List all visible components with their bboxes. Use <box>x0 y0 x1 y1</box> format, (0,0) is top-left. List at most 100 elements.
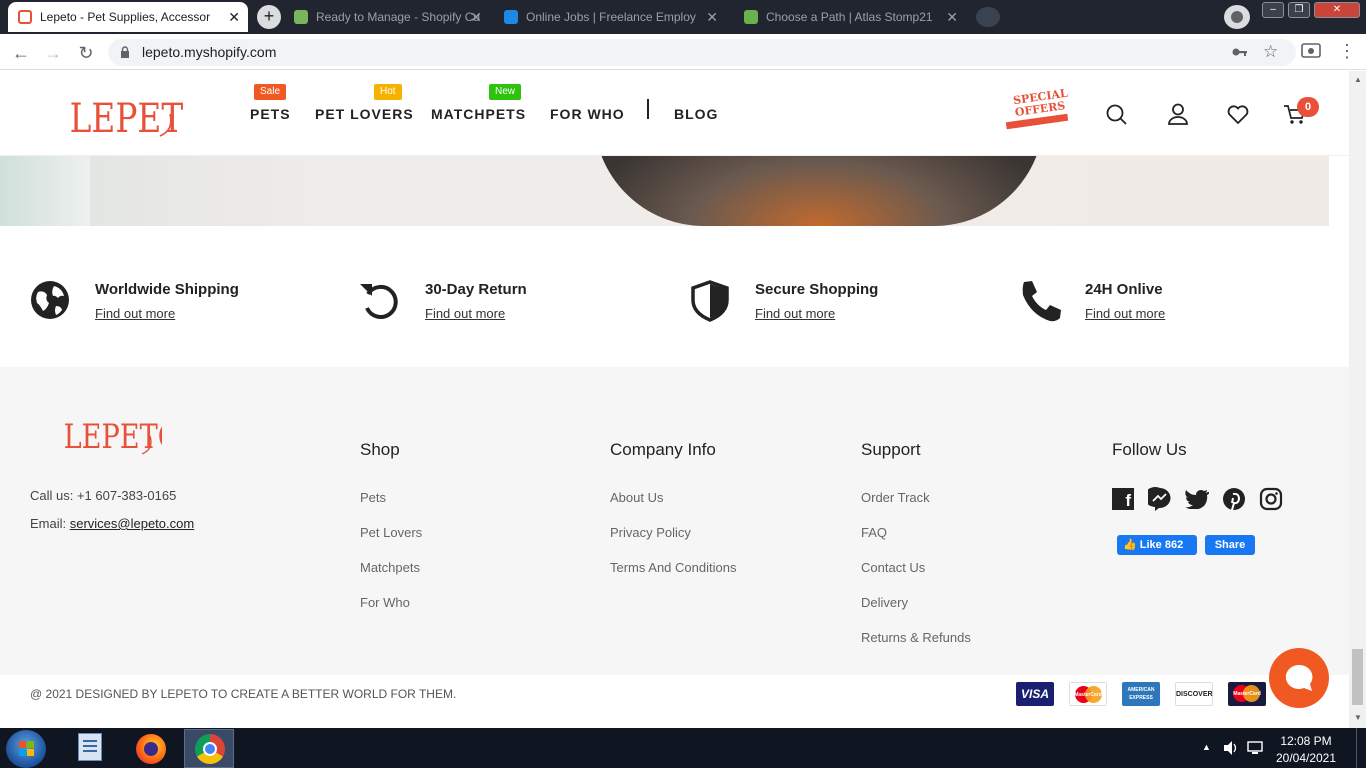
nav-blog[interactable]: BLOG <box>674 106 718 122</box>
nav-pets[interactable]: PETS <box>250 106 291 122</box>
footer-link[interactable]: Matchpets <box>360 560 420 575</box>
maximize-button[interactable]: ❐ <box>1288 2 1310 18</box>
browser-menu-icon[interactable]: ⋮ <box>1338 41 1356 62</box>
feature-title: Secure Shopping <box>755 281 879 298</box>
show-desktop-button[interactable] <box>1356 728 1366 768</box>
footer-email-label: Email: <box>30 516 70 531</box>
facebook-like-button[interactable]: 👍 Like 862 <box>1117 535 1197 555</box>
cast-icon[interactable] <box>1300 43 1322 61</box>
tab-title: Online Jobs | Freelance Employ <box>526 10 696 24</box>
close-icon[interactable]: ✕ <box>470 9 482 26</box>
tab-shopify[interactable]: Ready to Manage - Shopify Cu ✕ <box>284 2 490 32</box>
hot-badge: Hot <box>374 84 402 100</box>
footer-link[interactable]: For Who <box>360 595 410 610</box>
wordpad-taskbar-icon[interactable] <box>78 733 102 761</box>
back-icon[interactable]: ← <box>10 42 32 64</box>
minimize-button[interactable]: – <box>1262 2 1284 18</box>
search-icon[interactable] <box>1105 103 1129 127</box>
browser-tab-strip: Lepeto - Pet Supplies, Accessories ✕ + R… <box>0 0 1366 34</box>
tab-title: Choose a Path | Atlas Stomp21 <box>766 10 933 24</box>
key-icon[interactable] <box>1232 46 1248 58</box>
footer-link[interactable]: Terms And Conditions <box>610 560 736 575</box>
instagram-icon[interactable] <box>1259 487 1283 511</box>
path-favicon-icon <box>744 10 758 24</box>
footer-link[interactable]: FAQ <box>861 525 887 540</box>
url-text: lepeto.myshopify.com <box>142 44 277 60</box>
bookmark-star-icon[interactable]: ☆ <box>1263 42 1278 62</box>
footer-link[interactable]: Delivery <box>861 595 908 610</box>
new-tab-button[interactable]: + <box>257 5 281 29</box>
chat-bubble-icon <box>1285 664 1313 691</box>
close-icon[interactable]: ✕ <box>228 9 240 26</box>
window-close-button[interactable]: ✕ <box>1314 2 1360 18</box>
footer-link[interactable]: Contact Us <box>861 560 925 575</box>
shield-icon <box>691 280 729 322</box>
footer-link[interactable]: About Us <box>610 490 663 505</box>
forward-icon[interactable]: → <box>42 42 64 64</box>
lepeto-logo[interactable]: LEPETO <box>68 84 183 144</box>
nav-for-who[interactable]: FOR WHO <box>550 106 625 122</box>
footer-link[interactable]: Privacy Policy <box>610 525 691 540</box>
amex-icon: AMERICAN EXPRESS <box>1122 682 1160 706</box>
mastercard-icon: MasterCard <box>1228 682 1266 706</box>
tab-online-jobs[interactable]: Online Jobs | Freelance Employ ✕ <box>494 2 726 32</box>
feature-title: 24H Onlive <box>1085 281 1163 298</box>
hero-banner-image <box>0 156 1349 226</box>
scroll-up-icon[interactable]: ▲ <box>1354 75 1362 84</box>
hero-hair-shape <box>594 156 1044 226</box>
lock-icon <box>121 46 129 58</box>
feature-link[interactable]: Find out more <box>95 306 175 321</box>
chrome-taskbar-button[interactable] <box>184 729 234 768</box>
footer-link[interactable]: Pet Lovers <box>360 525 422 540</box>
show-hidden-icons[interactable]: ▲ <box>1202 742 1211 752</box>
facebook-share-button[interactable]: Share <box>1205 535 1255 555</box>
site-footer <box>0 367 1349 675</box>
footer-company-heading: Company Info <box>610 440 716 459</box>
nav-pet-lovers[interactable]: PET LOVERS <box>315 106 414 122</box>
wishlist-heart-icon[interactable] <box>1226 103 1250 125</box>
copyright-text: @ 2021 DESIGNED BY LEPETO TO CREATE A BE… <box>30 687 457 701</box>
start-button[interactable] <box>6 730 46 768</box>
twitter-icon[interactable] <box>1185 489 1209 509</box>
reload-icon[interactable]: ↻ <box>75 42 97 64</box>
pinterest-icon[interactable] <box>1222 487 1246 511</box>
footer-logo[interactable]: LEPETO <box>62 406 162 458</box>
tab-lepeto[interactable]: Lepeto - Pet Supplies, Accessories ✕ <box>8 2 248 32</box>
footer-link[interactable]: Returns & Refunds <box>861 630 971 645</box>
special-offers-badge[interactable]: SPECIAL OFFERS <box>1005 87 1068 136</box>
volume-icon[interactable] <box>1222 740 1240 756</box>
taskbar-time[interactable]: 12:08 PM <box>1274 734 1338 748</box>
account-icon[interactable] <box>1166 102 1190 126</box>
footer-link[interactable]: Order Track <box>861 490 930 505</box>
close-icon[interactable]: ✕ <box>706 9 718 26</box>
mastercard-icon: MasterCard <box>1069 682 1107 706</box>
feature-link[interactable]: Find out more <box>425 306 505 321</box>
phone-icon <box>1022 281 1061 322</box>
tab-choose-path[interactable]: Choose a Path | Atlas Stomp21 ✕ <box>734 2 966 32</box>
address-bar[interactable] <box>108 39 1296 66</box>
footer-link[interactable]: Pets <box>360 490 386 505</box>
footer-email-link[interactable]: services@lepeto.com <box>70 516 194 531</box>
chat-button[interactable] <box>1269 648 1329 708</box>
close-icon[interactable]: ✕ <box>946 9 958 26</box>
footer-email-row: Email: services@lepeto.com <box>30 516 194 531</box>
feature-link[interactable]: Find out more <box>755 306 835 321</box>
profile-icon[interactable] <box>1224 5 1250 29</box>
return-icon <box>360 284 398 319</box>
new-tab-icon[interactable] <box>976 7 1000 27</box>
nav-matchpets[interactable]: MATCHPETS <box>431 106 526 122</box>
feature-link[interactable]: Find out more <box>1085 306 1165 321</box>
scroll-down-icon[interactable]: ▼ <box>1354 713 1362 722</box>
taskbar-date[interactable]: 20/04/2021 <box>1274 751 1338 765</box>
lepeto-favicon-icon <box>18 10 32 24</box>
footer-phone: Call us: +1 607-383-0165 <box>30 488 177 503</box>
page-scrollbar[interactable]: ▲ ▼ <box>1349 71 1366 728</box>
firefox-taskbar-icon[interactable] <box>136 734 166 764</box>
discover-icon: DISCOVER <box>1175 682 1213 706</box>
sale-badge: Sale <box>254 84 287 100</box>
network-icon[interactable] <box>1247 740 1263 756</box>
onlinejobs-favicon-icon <box>504 10 518 24</box>
scrollbar-thumb[interactable] <box>1352 649 1363 705</box>
messenger-icon[interactable] <box>1148 487 1172 511</box>
facebook-icon[interactable]: f <box>1112 488 1134 510</box>
